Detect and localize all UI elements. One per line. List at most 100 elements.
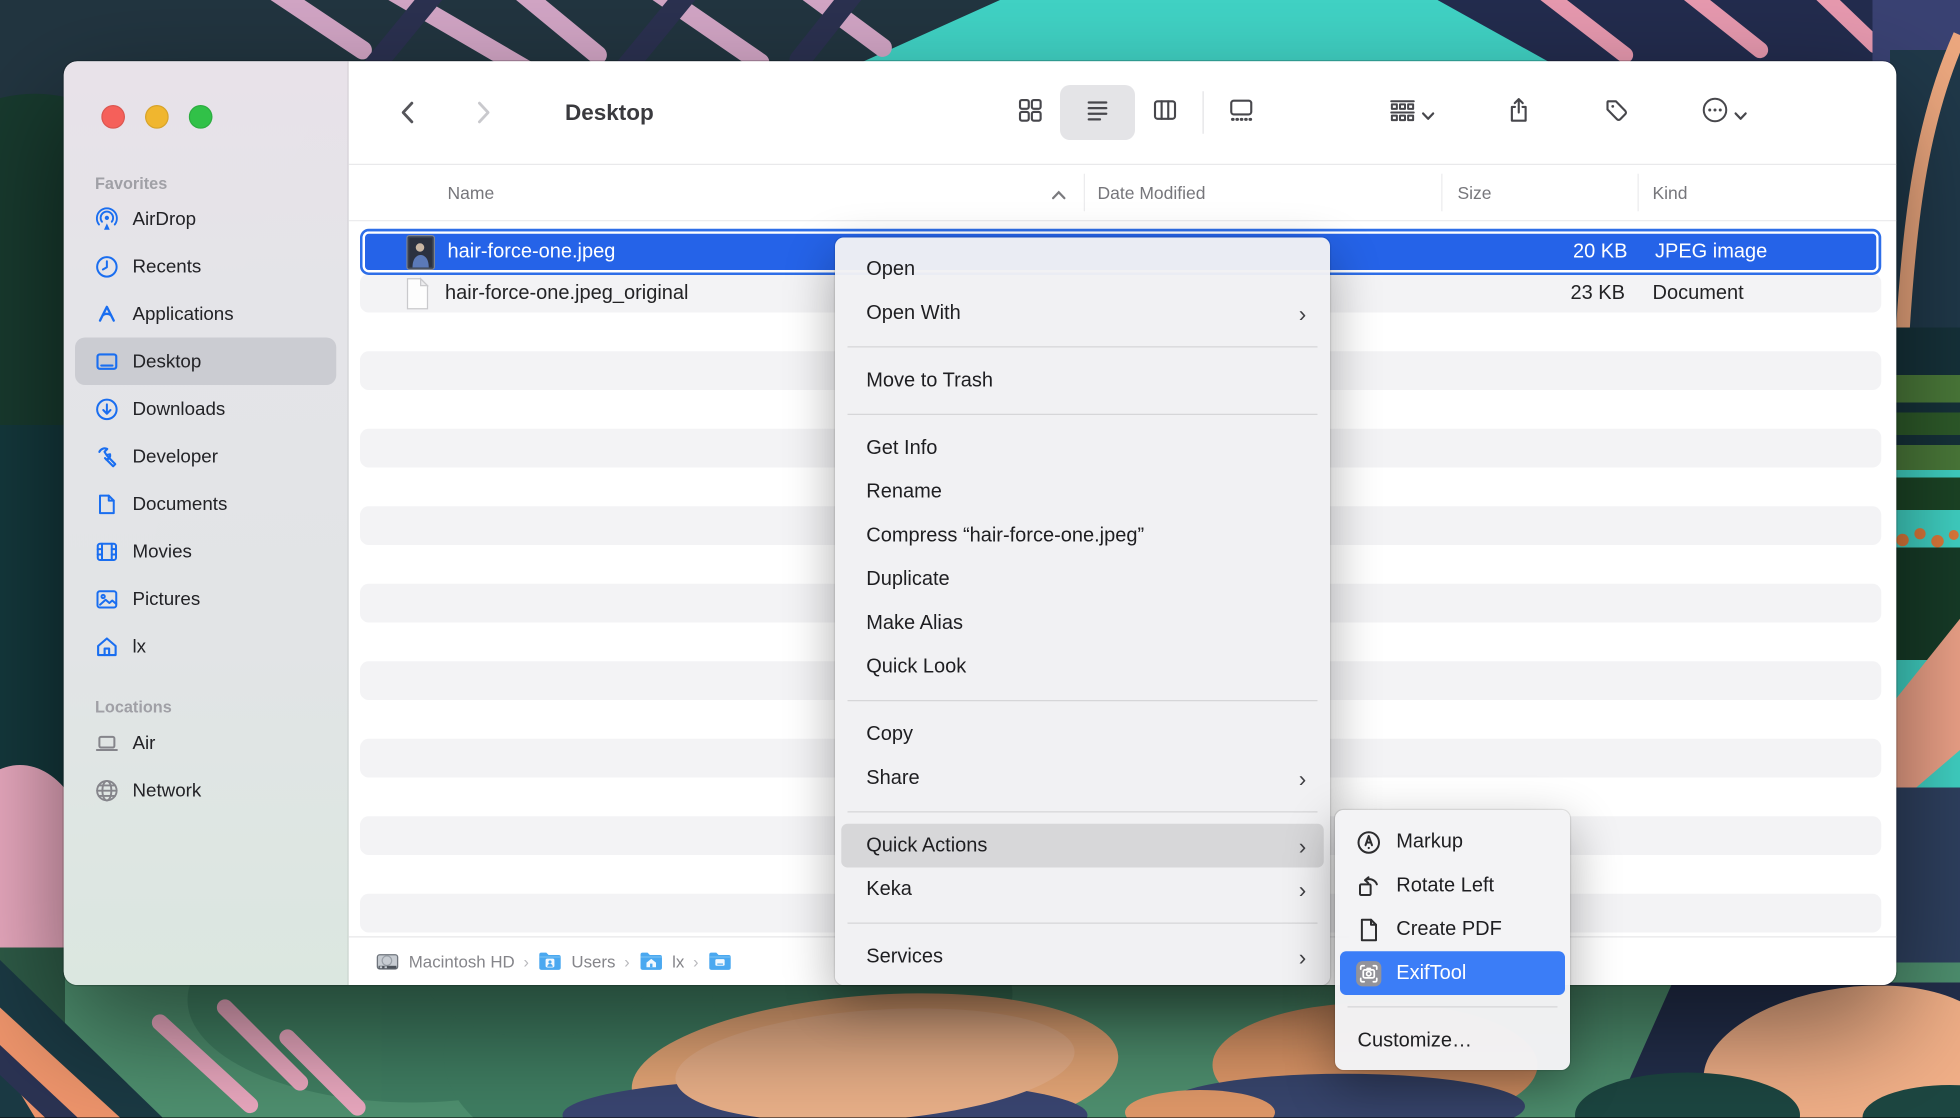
menu-item-quick-look[interactable]: Quick Look bbox=[841, 645, 1324, 689]
sidebar-item-label: Network bbox=[133, 779, 202, 800]
submenu-item-label: Create PDF bbox=[1396, 918, 1502, 941]
submenu-item-label: Rotate Left bbox=[1396, 874, 1494, 897]
menu-item-get-info[interactable]: Get Info bbox=[841, 426, 1324, 470]
sidebar-item-downloads[interactable]: Downloads bbox=[75, 385, 336, 433]
submenu-item-create-pdf[interactable]: Create PDF bbox=[1340, 908, 1565, 952]
menu-item-open[interactable]: Open bbox=[841, 248, 1324, 292]
sidebar-item-label: Developer bbox=[133, 446, 218, 467]
menu-item-keka[interactable]: Keka› bbox=[841, 868, 1324, 912]
submenu-item-customize[interactable]: Customize… bbox=[1340, 1019, 1565, 1063]
sidebar-item-label: Movies bbox=[133, 541, 192, 562]
file-kind: Document bbox=[1653, 282, 1744, 305]
menu-item-label: Share bbox=[866, 767, 919, 790]
tag-icon bbox=[1603, 96, 1631, 130]
forward-button[interactable] bbox=[460, 90, 505, 135]
path-item-macintosh-hd[interactable]: Macintosh HD bbox=[375, 949, 515, 974]
close-button[interactable] bbox=[101, 105, 125, 129]
group-by-button[interactable] bbox=[1371, 85, 1451, 140]
file-size: 20 KB bbox=[1438, 241, 1628, 264]
menu-item-rename[interactable]: Rename bbox=[841, 470, 1324, 514]
submenu-arrow-icon: › bbox=[1299, 946, 1307, 969]
menu-separator bbox=[835, 689, 1330, 713]
back-button[interactable] bbox=[386, 90, 431, 135]
sidebar-item-applications[interactable]: Applications bbox=[75, 290, 336, 338]
sidebar-item-label: AirDrop bbox=[133, 208, 197, 229]
sidebar-item-label: Documents bbox=[133, 493, 228, 514]
menu-separator bbox=[835, 335, 1330, 359]
minimize-button[interactable] bbox=[145, 105, 169, 129]
grid-icon bbox=[1016, 96, 1044, 130]
menu-item-label: Move to Trash bbox=[866, 369, 993, 392]
desktop-icon bbox=[93, 348, 121, 376]
sidebar-item-lx[interactable]: lx bbox=[75, 623, 336, 671]
column-header-date-modified[interactable]: Date Modified bbox=[1098, 183, 1206, 203]
folder-users-icon bbox=[538, 949, 563, 974]
column-divider[interactable] bbox=[1441, 174, 1442, 212]
more-actions-button[interactable] bbox=[1684, 85, 1764, 140]
sidebar-item-label: lx bbox=[133, 636, 147, 657]
menu-item-quick-actions[interactable]: Quick Actions› bbox=[841, 824, 1324, 868]
chevron-left-icon bbox=[395, 99, 423, 127]
image-thumbnail-icon bbox=[405, 234, 435, 269]
column-divider[interactable] bbox=[1638, 174, 1639, 212]
sidebar-item-documents[interactable]: Documents bbox=[75, 480, 336, 528]
gallery-view-button[interactable] bbox=[1211, 85, 1271, 140]
sidebar-item-movies[interactable]: Movies bbox=[75, 528, 336, 576]
groupby-icon bbox=[1388, 96, 1418, 130]
sidebar-item-pictures[interactable]: Pictures bbox=[75, 575, 336, 623]
home-icon bbox=[93, 633, 121, 661]
menu-separator bbox=[835, 800, 1330, 824]
locations-section-label: Locations bbox=[64, 698, 348, 719]
menu-item-share[interactable]: Share › bbox=[841, 756, 1324, 800]
list-view-button[interactable] bbox=[1060, 85, 1135, 140]
share-icon bbox=[1505, 96, 1533, 130]
sidebar-item-desktop[interactable]: Desktop bbox=[75, 338, 336, 386]
submenu-arrow-icon: › bbox=[1299, 878, 1307, 901]
rotate-left-icon bbox=[1355, 872, 1383, 900]
menu-item-copy[interactable]: Copy bbox=[841, 713, 1324, 757]
column-headers: Name Date Modified Size Kind bbox=[349, 165, 1897, 221]
icon-view-button[interactable] bbox=[1000, 85, 1060, 140]
path-item-users[interactable]: Users bbox=[538, 949, 616, 974]
column-view-button[interactable] bbox=[1135, 85, 1195, 140]
tags-button[interactable] bbox=[1586, 85, 1646, 140]
path-separator-icon: › bbox=[693, 952, 698, 971]
path-item-lx[interactable]: lx bbox=[638, 949, 684, 974]
chevron-right-icon bbox=[469, 99, 497, 127]
file-name: hair-force-one.jpeg bbox=[448, 241, 616, 264]
sidebar-item-label: Pictures bbox=[133, 588, 201, 609]
submenu-item-rotate-left[interactable]: Rotate Left bbox=[1340, 864, 1565, 908]
menu-item-move-to-trash[interactable]: Move to Trash bbox=[841, 359, 1324, 403]
submenu-arrow-icon: › bbox=[1299, 767, 1307, 790]
share-button[interactable] bbox=[1489, 85, 1549, 140]
menu-item-compress-hair-force-one-jpeg[interactable]: Compress “hair-force-one.jpeg” bbox=[841, 514, 1324, 558]
path-item-label: lx bbox=[672, 952, 684, 971]
menu-item-label: Quick Look bbox=[866, 656, 966, 679]
sidebar-item-air[interactable]: Air bbox=[75, 719, 336, 767]
sidebar-item-recents[interactable]: Recents bbox=[75, 243, 336, 291]
menu-item-label: Open bbox=[866, 258, 915, 281]
context-menu: Open Open With› Move to Trash Get InfoRenam… bbox=[835, 238, 1330, 986]
airdrop-icon bbox=[93, 205, 121, 233]
zoom-button[interactable] bbox=[189, 105, 213, 129]
column-divider[interactable] bbox=[1084, 174, 1085, 212]
document-blank-icon bbox=[403, 276, 433, 311]
markup-icon bbox=[1355, 828, 1383, 856]
sidebar-item-airdrop[interactable]: AirDrop bbox=[75, 195, 336, 243]
documents-icon bbox=[93, 490, 121, 518]
screen: Favorites AirDropRecentsApplicationsDesk… bbox=[0, 0, 1960, 1118]
menu-item-open-with[interactable]: Open With› bbox=[841, 291, 1324, 335]
sidebar-item-developer[interactable]: Developer bbox=[75, 433, 336, 481]
pictures-icon bbox=[93, 585, 121, 613]
menu-item-make-alias[interactable]: Make Alias bbox=[841, 601, 1324, 645]
column-header-size[interactable]: Size bbox=[1458, 183, 1492, 203]
path-item[interactable] bbox=[707, 949, 732, 974]
column-header-kind[interactable]: Kind bbox=[1653, 183, 1688, 203]
column-header-name[interactable]: Name bbox=[448, 183, 495, 203]
file-name: hair-force-one.jpeg_original bbox=[445, 282, 688, 305]
menu-item-services[interactable]: Services› bbox=[841, 935, 1324, 979]
menu-item-duplicate[interactable]: Duplicate bbox=[841, 558, 1324, 602]
submenu-item-exiftool[interactable]: ExifTool bbox=[1340, 951, 1565, 995]
submenu-item-markup[interactable]: Markup bbox=[1340, 820, 1565, 864]
sidebar-item-network[interactable]: Network bbox=[75, 766, 336, 814]
